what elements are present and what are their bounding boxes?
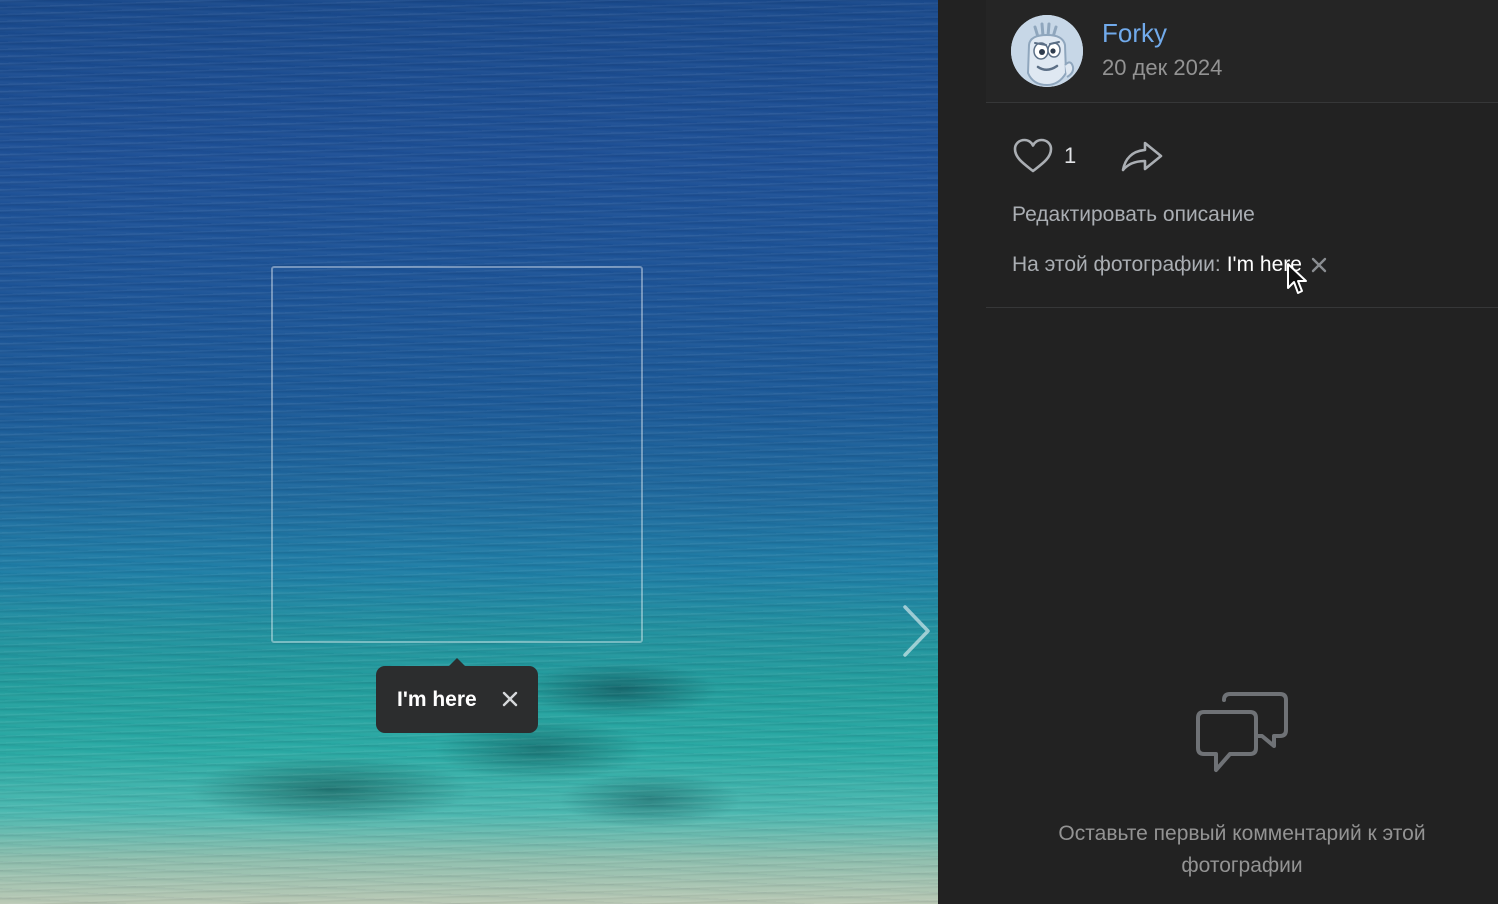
comments-icon — [1196, 692, 1288, 772]
tag-tooltip-label: I'm here — [397, 687, 477, 711]
close-icon[interactable] — [501, 690, 519, 708]
tag-frame[interactable] — [271, 266, 643, 643]
heart-icon — [1013, 138, 1053, 173]
divider — [986, 307, 1498, 308]
empty-comments-text: Оставьте первый комментарий к этой фотог… — [1058, 822, 1426, 877]
empty-comments: Оставьте первый комментарий к этой фотог… — [986, 690, 1498, 882]
side-panel: Forky 20 дек 2024 1 Редактировать описан… — [938, 0, 1498, 904]
post-date[interactable]: 20 дек 2024 — [1102, 55, 1222, 81]
tagged-label: На этой фотографии: — [1012, 253, 1221, 276]
author-name[interactable]: Forky — [1102, 18, 1167, 49]
share-button[interactable] — [1120, 139, 1164, 173]
avatar-image — [1011, 15, 1083, 87]
edit-description-link[interactable]: Редактировать описание — [1012, 203, 1255, 227]
like-button[interactable]: 1 — [1012, 138, 1076, 174]
close-icon[interactable] — [1310, 256, 1328, 274]
avatar[interactable] — [1011, 15, 1083, 87]
post-actions: 1 — [1012, 136, 1164, 176]
tag-tooltip: I'm here — [376, 658, 538, 733]
chevron-right-icon[interactable] — [896, 602, 938, 660]
cursor-icon — [1287, 263, 1307, 294]
like-count: 1 — [1064, 143, 1077, 168]
tagged-people: На этой фотографии: I'm here — [1012, 253, 1328, 277]
share-icon — [1121, 141, 1163, 172]
photo-viewer: I'm here — [0, 0, 938, 904]
